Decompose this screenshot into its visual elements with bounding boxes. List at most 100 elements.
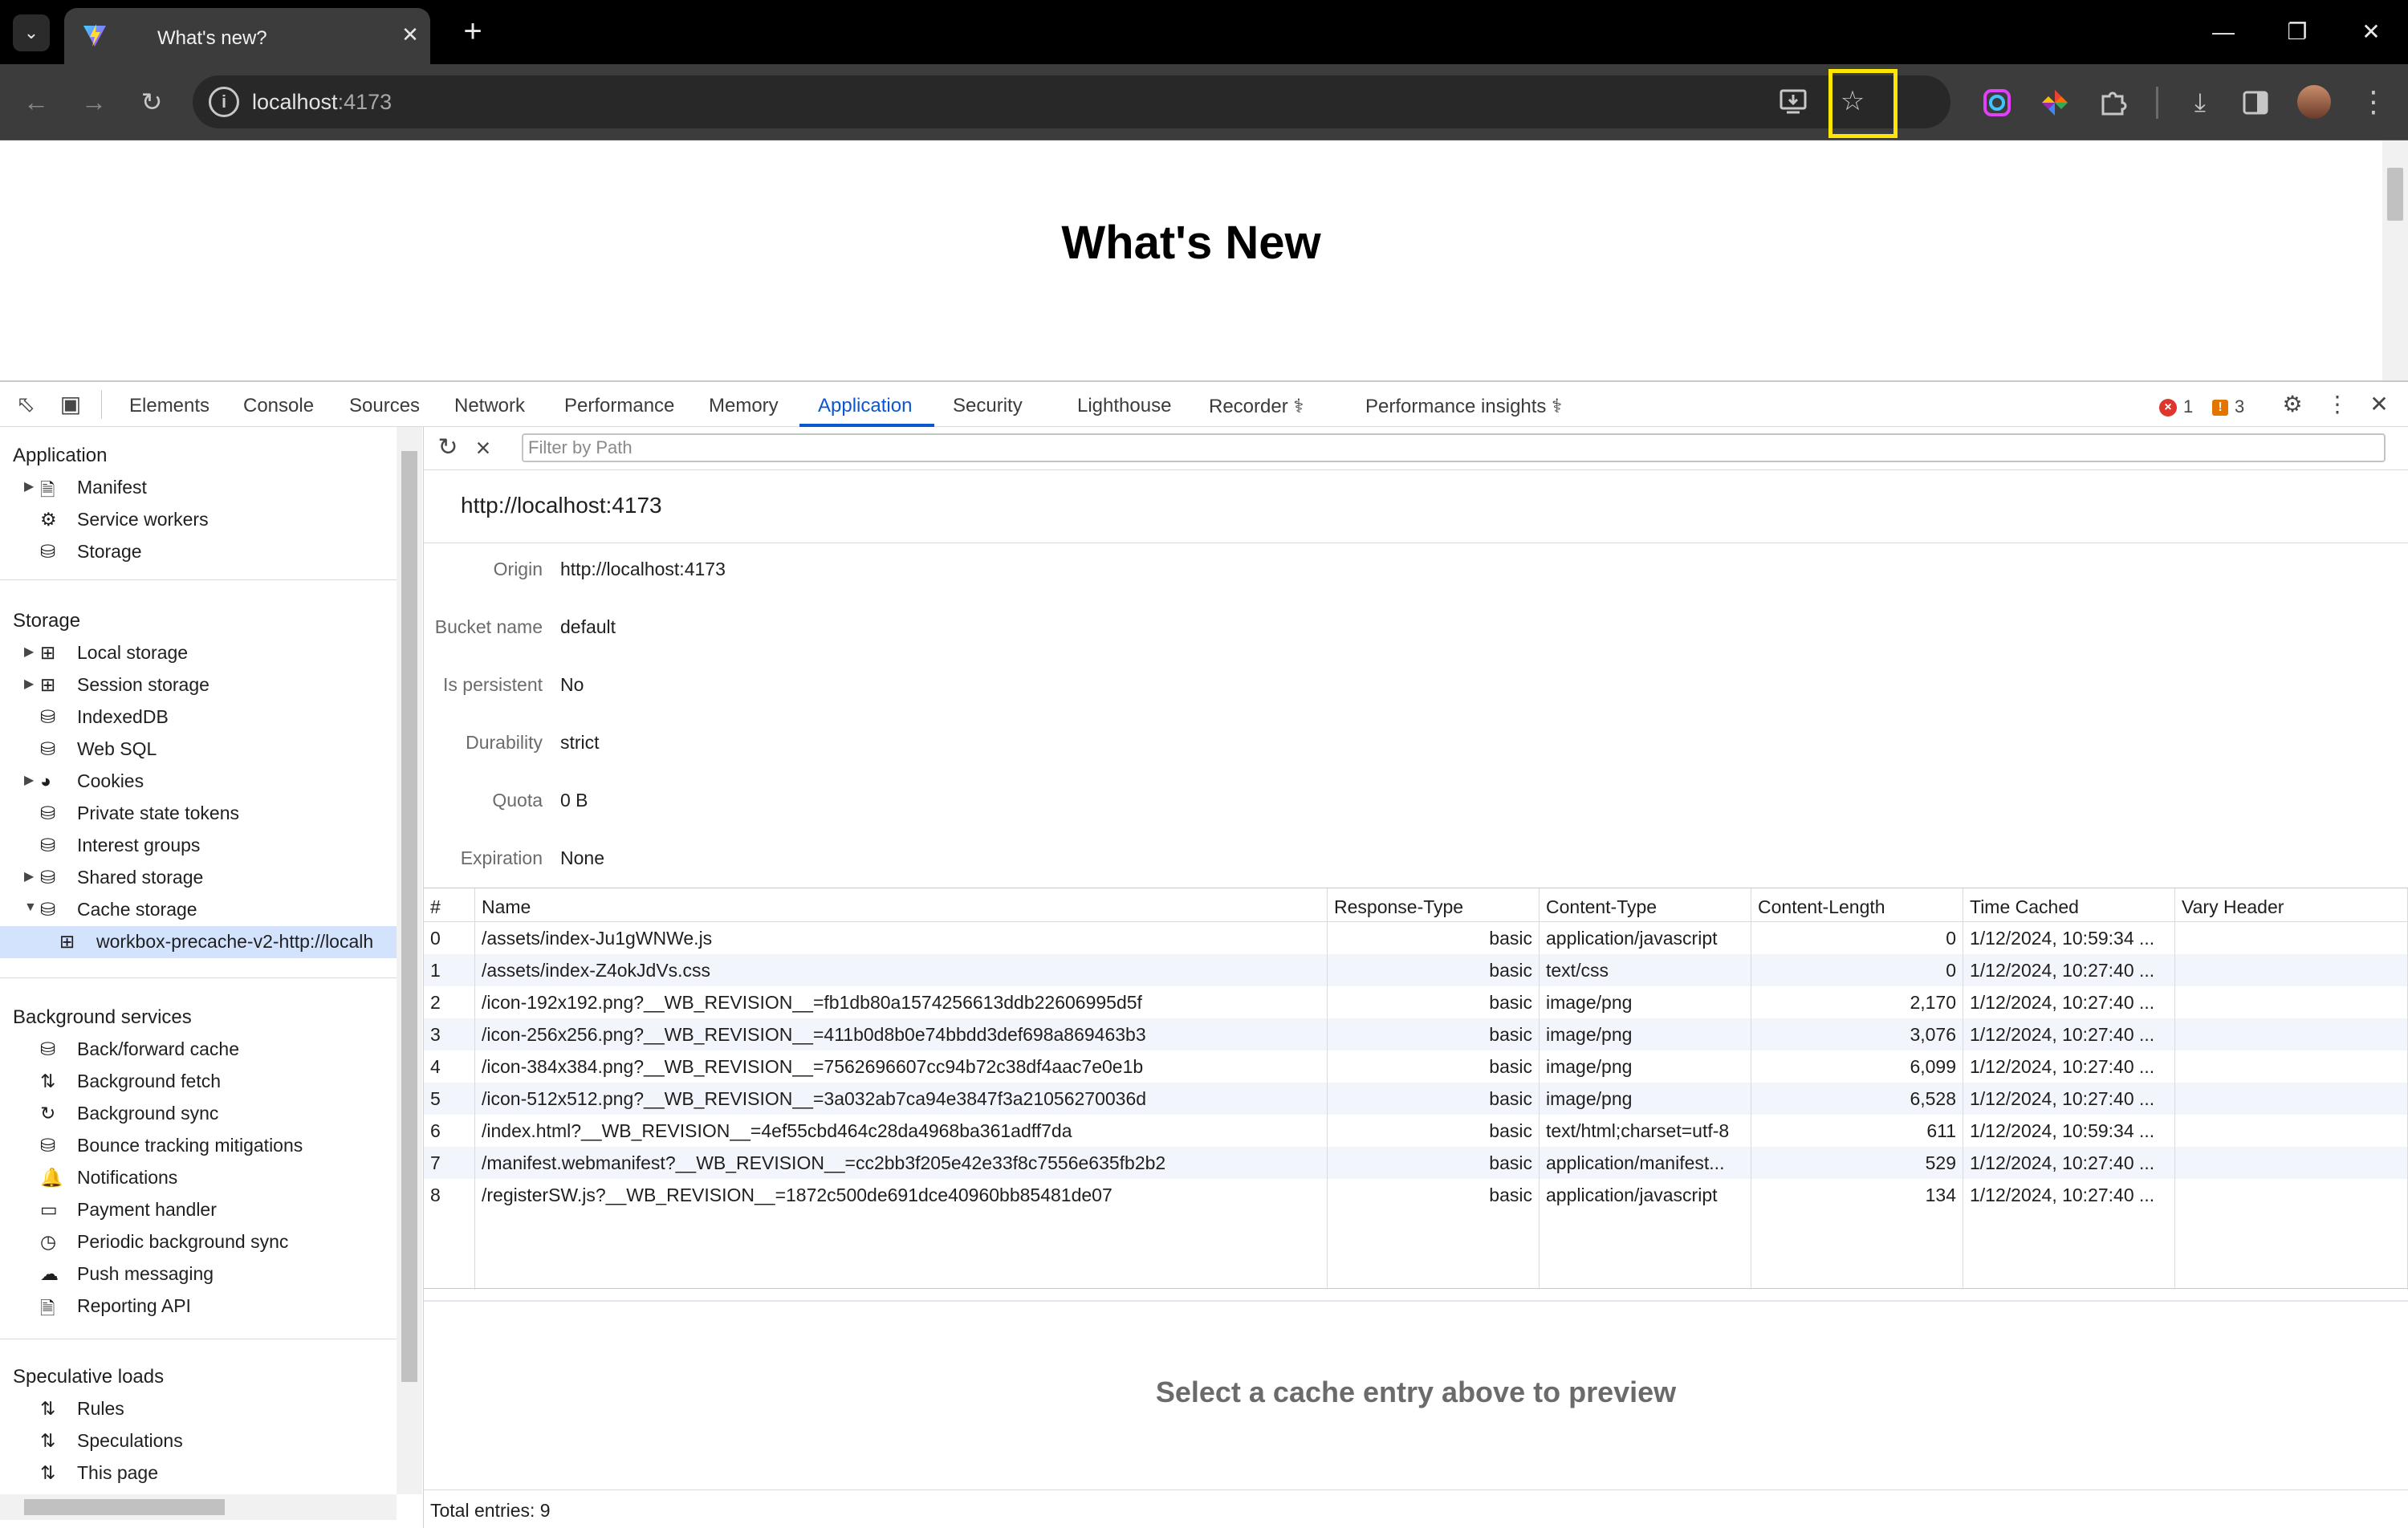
forward-arrow-icon[interactable]: → xyxy=(74,82,114,122)
error-count-badge[interactable]: × 1 xyxy=(2159,396,2193,417)
sidebar-item-notifications[interactable]: 🔔 Notifications xyxy=(0,1162,397,1194)
page-scrollbar[interactable] xyxy=(2382,140,2408,381)
table-row[interactable]: 7/manifest.webmanifest?__WB_REVISION__=c… xyxy=(424,1147,2408,1179)
refresh-icon[interactable]: ↻ xyxy=(433,433,462,462)
sidebar-item-label: workbox-precache-v2-http://localh xyxy=(96,931,374,952)
color-wheel-extension-icon[interactable] xyxy=(2040,88,2069,117)
tab-performance-insights[interactable]: Performance insights ⚕ xyxy=(1365,395,1562,418)
col-content-length-cell: 529 xyxy=(1751,1147,1963,1179)
collapse-arrow-icon[interactable]: ▼ xyxy=(24,900,37,915)
column-separator xyxy=(2174,1211,2175,1290)
tab-recorder[interactable]: Recorder ⚕ xyxy=(1209,395,1304,418)
table-row[interactable]: 8/registerSW.js?__WB_REVISION__=1872c500… xyxy=(424,1179,2408,1211)
tab-console[interactable]: Console xyxy=(243,395,314,417)
close-devtools-icon[interactable]: ✕ xyxy=(2365,390,2394,419)
col-vary-header-header[interactable]: Vary Header xyxy=(2175,888,2408,922)
sidebar-horizontal-scrollbar[interactable] xyxy=(0,1494,397,1520)
sidebar-item-rules[interactable]: ⇅ Rules xyxy=(0,1393,397,1425)
device-toolbar-icon[interactable]: ▣ xyxy=(56,390,85,419)
col-content-type-header[interactable]: Content-Type xyxy=(1540,888,1751,922)
sidebar-item-reporting-api[interactable]: 🗎 Reporting API xyxy=(0,1290,397,1323)
sidebar-item-bounce-tracking[interactable]: ⛁ Bounce tracking mitigations xyxy=(0,1130,397,1162)
tab-close-icon[interactable]: ✕ xyxy=(397,21,424,48)
browser-tab[interactable]: What's new? ✕ xyxy=(64,8,430,64)
warning-count-badge[interactable]: ! 3 xyxy=(2212,396,2244,417)
table-row[interactable]: 1/assets/index-Z4okJdVs.css basic text/css… xyxy=(424,954,2408,986)
minimize-icon[interactable]: — xyxy=(2199,11,2247,53)
sidebar-item-manifest[interactable]: ▶ 🗎 Manifest xyxy=(0,472,397,504)
sidebar-item-local-storage[interactable]: ▶ ⊞ Local storage xyxy=(0,637,397,669)
sidebar-item-cache-storage[interactable]: ▼ ⛁ Cache storage xyxy=(0,894,397,926)
sidebar-item-storage[interactable]: ⛁ Storage xyxy=(0,536,397,568)
col-vary-header-cell xyxy=(2175,1018,2408,1050)
sidebar-item-background-fetch[interactable]: ⇅ Background fetch xyxy=(0,1066,397,1098)
table-row[interactable]: 6/index.html?__WB_REVISION__=4ef55cbd464… xyxy=(424,1115,2408,1147)
col-content-type-cell: text/css xyxy=(1540,954,1751,986)
expand-arrow-icon[interactable]: ▶ xyxy=(24,676,34,692)
table-row[interactable]: 4/icon-384x384.png?__WB_REVISION__=75626… xyxy=(424,1050,2408,1083)
table-row[interactable]: 3/icon-256x256.png?__WB_REVISION__=411b0… xyxy=(424,1018,2408,1050)
sidebar-item-web-sql[interactable]: ⛁ Web SQL xyxy=(0,734,397,766)
table-row[interactable]: 5/icon-512x512.png?__WB_REVISION__=3a032… xyxy=(424,1083,2408,1115)
tab-application[interactable]: Application xyxy=(818,395,912,417)
col-name-header[interactable]: Name xyxy=(475,888,1328,922)
devtools-menu-icon[interactable]: ⋮ xyxy=(2323,390,2352,419)
col-name-cell: /index.html?__WB_REVISION__=4ef55cbd464c… xyxy=(475,1115,1328,1147)
install-app-icon[interactable] xyxy=(1779,88,1808,116)
tab-memory[interactable]: Memory xyxy=(709,395,779,417)
sidebar-item-private-state-tokens[interactable]: ⛁ Private state tokens xyxy=(0,798,397,830)
tab-security[interactable]: Security xyxy=(953,395,1023,417)
sidebar-item-push-messaging[interactable]: ☁ Push messaging xyxy=(0,1258,397,1290)
sidebar-item-shared-storage[interactable]: ▶ ⛁ Shared storage xyxy=(0,862,397,894)
table-row[interactable]: 0/assets/index-Ju1gWNWe.js basic applicati… xyxy=(424,922,2408,954)
expand-arrow-icon[interactable]: ▶ xyxy=(24,644,34,660)
expand-arrow-icon[interactable]: ▶ xyxy=(24,478,34,494)
profile-avatar[interactable] xyxy=(2297,85,2331,119)
tab-elements[interactable]: Elements xyxy=(129,395,209,417)
sidebar-item-indexeddb[interactable]: ⛁ IndexedDB xyxy=(0,701,397,734)
sidebar-item-this-page[interactable]: ⇅ This page xyxy=(0,1457,397,1489)
restore-icon[interactable]: ❐ xyxy=(2273,11,2321,53)
expand-arrow-icon[interactable]: ▶ xyxy=(24,772,34,788)
sidebar-vertical-scrollbar[interactable] xyxy=(397,427,422,1494)
new-tab-button[interactable]: + xyxy=(454,14,491,51)
settings-gear-icon[interactable]: ⚙ xyxy=(2278,390,2307,419)
col-content-length-header[interactable]: Content-Length xyxy=(1751,888,1963,922)
sidebar-scrollbar-thumb[interactable] xyxy=(401,451,417,1382)
tab-lighthouse[interactable]: Lighthouse xyxy=(1077,395,1171,417)
sidebar-item-service-workers[interactable]: ⚙ Service workers xyxy=(0,504,397,536)
window-close-icon[interactable]: ✕ xyxy=(2347,11,2395,53)
col-time-cached-header[interactable]: Time Cached xyxy=(1963,888,2175,922)
filter-by-path-input[interactable] xyxy=(522,433,2386,462)
sidebar-item-background-sync[interactable]: ↻ Background sync xyxy=(0,1098,397,1130)
site-info-icon[interactable]: i xyxy=(209,87,239,117)
back-arrow-icon[interactable]: ← xyxy=(16,82,56,122)
expand-arrow-icon[interactable]: ▶ xyxy=(24,868,34,884)
page-scrollbar-thumb[interactable] xyxy=(2387,168,2403,221)
downloads-icon[interactable]: ⤓ xyxy=(2180,82,2220,122)
side-panel-icon[interactable] xyxy=(2241,88,2270,117)
browser-menu-icon[interactable]: ⋮ xyxy=(2353,82,2394,122)
color-picker-extension-icon[interactable] xyxy=(1983,88,2011,117)
col-response-type-header[interactable]: Response-Type xyxy=(1328,888,1540,922)
sidebar-item-speculations[interactable]: ⇅ Speculations xyxy=(0,1425,397,1457)
sidebar-item-cookies[interactable]: ▶ ◕ Cookies xyxy=(0,766,397,798)
delete-selected-icon[interactable]: × xyxy=(469,433,498,462)
sidebar-item-periodic-background-sync[interactable]: ◷ Periodic background sync xyxy=(0,1226,397,1258)
sidebar-item-session-storage[interactable]: ▶ ⊞ Session storage xyxy=(0,669,397,701)
sidebar-item-back-forward-cache[interactable]: ⛁ Back/forward cache xyxy=(0,1034,397,1066)
inspect-element-icon[interactable]: ⬁ xyxy=(11,390,40,419)
sidebar-hscrollbar-thumb[interactable] xyxy=(24,1499,225,1515)
tab-sources[interactable]: Sources xyxy=(349,395,420,417)
tab-network[interactable]: Network xyxy=(454,395,525,417)
reload-icon[interactable]: ↻ xyxy=(132,82,172,122)
tab-performance[interactable]: Performance xyxy=(564,395,674,417)
sidebar-item-payment-handler[interactable]: ▭ Payment handler xyxy=(0,1194,397,1226)
col-index-header[interactable]: # xyxy=(424,888,475,922)
sidebar-item-interest-groups[interactable]: ⛁ Interest groups xyxy=(0,830,397,862)
address-bar[interactable]: i localhost:4173 ☆ xyxy=(193,75,1950,128)
table-row[interactable]: 2/icon-192x192.png?__WB_REVISION__=fb1db… xyxy=(424,986,2408,1018)
sidebar-item-workbox-cache[interactable]: ⊞ workbox-precache-v2-http://localh xyxy=(0,926,397,958)
tab-search-button[interactable]: ⌄ xyxy=(13,14,50,51)
extensions-puzzle-icon[interactable] xyxy=(2098,88,2127,117)
